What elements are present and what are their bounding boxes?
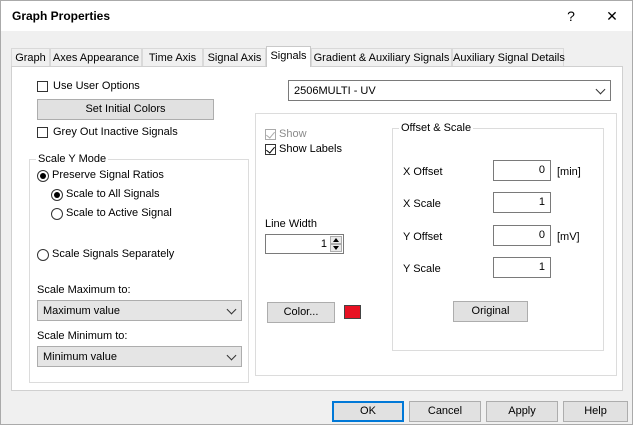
y-offset-field[interactable]: 0 bbox=[493, 225, 551, 246]
tab-gradient-auxiliary[interactable]: Gradient & Auxiliary Signals bbox=[311, 48, 452, 66]
signals-tab-pane: Use User Options Set Initial Colors Grey… bbox=[11, 66, 623, 391]
show-labels-label: Show Labels bbox=[279, 143, 342, 155]
title-bar: Graph Properties ? ✕ bbox=[1, 1, 632, 31]
chevron-down-icon bbox=[226, 304, 237, 314]
x-scale-label: X Scale bbox=[403, 198, 441, 210]
scale-active-radio[interactable] bbox=[51, 208, 63, 220]
original-button[interactable]: Original bbox=[453, 301, 528, 322]
x-scale-field[interactable]: 1 bbox=[493, 192, 551, 213]
y-scale-label: Y Scale bbox=[403, 263, 441, 275]
scale-max-value: Maximum value bbox=[43, 304, 121, 317]
scale-min-value: Minimum value bbox=[43, 350, 117, 363]
show-label: Show bbox=[279, 128, 307, 140]
tab-auxiliary-details[interactable]: Auxiliary Signal Details bbox=[452, 48, 565, 66]
tab-time-axis[interactable]: Time Axis bbox=[142, 48, 203, 66]
help-icon[interactable]: ? bbox=[557, 5, 585, 27]
grey-out-checkbox[interactable] bbox=[37, 127, 48, 138]
set-initial-colors-button[interactable]: Set Initial Colors bbox=[37, 99, 214, 120]
tab-signal-axis[interactable]: Signal Axis bbox=[203, 48, 266, 66]
scale-all-radio[interactable] bbox=[51, 189, 63, 201]
offset-scale-group: Offset & Scale X Offset 0 [min] X Scale … bbox=[392, 122, 604, 351]
y-offset-label: Y Offset bbox=[403, 231, 443, 243]
close-icon[interactable]: ✕ bbox=[598, 5, 626, 27]
grey-out-label: Grey Out Inactive Signals bbox=[53, 126, 178, 138]
scale-separately-radio[interactable] bbox=[37, 249, 49, 261]
y-offset-unit: [mV] bbox=[557, 231, 580, 243]
line-width-stepper[interactable]: 1 bbox=[265, 234, 344, 254]
show-checkbox[interactable] bbox=[265, 129, 276, 140]
use-user-options-checkbox[interactable] bbox=[37, 81, 48, 92]
color-swatch[interactable] bbox=[344, 305, 361, 319]
scale-all-label: Scale to All Signals bbox=[66, 188, 160, 200]
ok-button[interactable]: OK bbox=[332, 401, 404, 422]
tab-signals[interactable]: Signals bbox=[266, 46, 311, 67]
scale-y-mode-title: Scale Y Mode bbox=[36, 153, 109, 165]
chevron-down-icon bbox=[595, 84, 606, 94]
tab-graph[interactable]: Graph bbox=[11, 48, 50, 66]
show-labels-checkbox[interactable] bbox=[265, 144, 276, 155]
line-width-label: Line Width bbox=[265, 218, 317, 230]
apply-button[interactable]: Apply bbox=[486, 401, 558, 422]
scale-y-mode-group: Scale Y Mode Preserve Signal Ratios Scal… bbox=[29, 153, 249, 383]
window-title: Graph Properties bbox=[12, 9, 111, 23]
scale-active-label: Scale to Active Signal bbox=[66, 207, 172, 219]
signal-settings-group: Show Show Labels Line Width 1 Color... O… bbox=[255, 113, 617, 376]
tab-axes-appearance[interactable]: Axes Appearance bbox=[50, 48, 142, 66]
offset-scale-title: Offset & Scale bbox=[399, 122, 474, 134]
help-button[interactable]: Help bbox=[563, 401, 628, 422]
preserve-ratios-label: Preserve Signal Ratios bbox=[52, 169, 164, 181]
graph-properties-dialog: Graph Properties ? ✕ Graph Axes Appearan… bbox=[0, 0, 633, 425]
y-scale-field[interactable]: 1 bbox=[493, 257, 551, 278]
scale-separately-label: Scale Signals Separately bbox=[52, 248, 175, 260]
chevron-down-icon bbox=[226, 350, 237, 360]
x-offset-label: X Offset bbox=[403, 166, 443, 178]
preserve-ratios-radio[interactable] bbox=[37, 170, 49, 182]
spin-down-icon[interactable] bbox=[330, 244, 342, 252]
cancel-button[interactable]: Cancel bbox=[409, 401, 481, 422]
line-width-value: 1 bbox=[320, 238, 327, 250]
use-user-options-label: Use User Options bbox=[53, 80, 140, 92]
scale-min-select[interactable]: Minimum value bbox=[37, 346, 242, 367]
scale-max-label: Scale Maximum to: bbox=[37, 284, 131, 296]
spin-up-icon[interactable] bbox=[330, 236, 342, 244]
signal-select[interactable]: 2506MULTI - UV bbox=[288, 80, 611, 101]
scale-max-select[interactable]: Maximum value bbox=[37, 300, 242, 321]
x-offset-field[interactable]: 0 bbox=[493, 160, 551, 181]
signal-select-value: 2506MULTI - UV bbox=[294, 84, 376, 97]
color-button[interactable]: Color... bbox=[267, 302, 335, 323]
x-offset-unit: [min] bbox=[557, 166, 581, 178]
scale-min-label: Scale Minimum to: bbox=[37, 330, 128, 342]
